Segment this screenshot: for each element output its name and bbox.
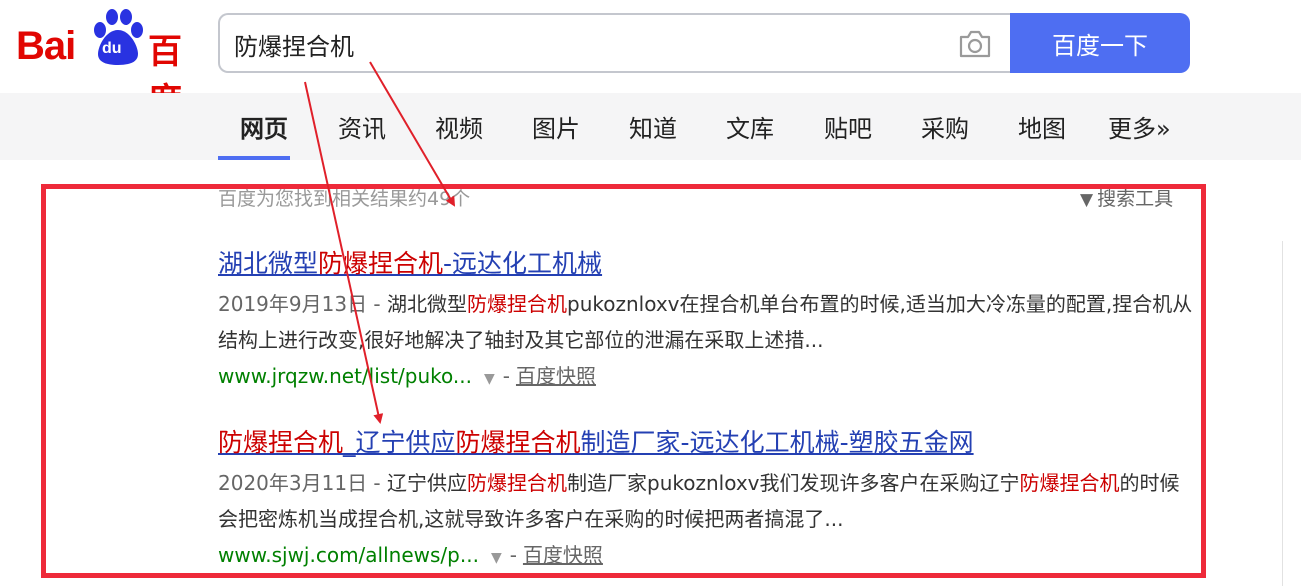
snapshot-link[interactable]: 百度快照 [516, 364, 596, 388]
result-date: 2019年9月13日 - [218, 292, 388, 316]
result-abstract: 2019年9月13日 - 湖北微型防爆捏合机pukoznloxv在捏合机单台布置… [218, 286, 1198, 358]
result-abstract: 2020年3月11日 - 辽宁供应防爆捏合机制造厂家pukoznloxv我们发现… [218, 465, 1198, 537]
title-text: 制造厂家-远达化工机械-塑胶五金网 [580, 428, 974, 457]
search-box [218, 13, 1010, 73]
tab-wenku[interactable]: 文库 [726, 109, 774, 144]
tab-images[interactable]: 图片 [532, 109, 580, 144]
title-text: -远达化工机械 [443, 249, 603, 278]
tab-tieba[interactable]: 贴吧 [824, 109, 872, 144]
result-date: 2020年3月11日 - [218, 471, 388, 495]
snapshot-link[interactable]: 百度快照 [523, 543, 603, 567]
tab-news[interactable]: 资讯 [338, 109, 386, 144]
result-title-link[interactable]: 防爆捏合机_辽宁供应防爆捏合机制造厂家-远达化工机械-塑胶五金网 [218, 423, 1198, 459]
tab-more[interactable]: 更多» [1108, 109, 1171, 144]
abstract-text: 湖北微型 [387, 292, 468, 316]
funnel-icon: ▼ [1080, 190, 1094, 210]
tab-zhidao[interactable]: 知道 [629, 109, 677, 144]
title-highlight: 防爆捏合机 [318, 249, 444, 278]
active-tab-indicator [218, 156, 290, 160]
search-tools-button[interactable]: ▼ 搜索工具 [1080, 184, 1173, 211]
url-separator: - [502, 364, 510, 388]
title-highlight: 防爆捏合机 [218, 428, 344, 457]
abstract-text: 辽宁供应 [387, 471, 468, 495]
abstract-highlight: 防爆捏合机 [1019, 471, 1120, 495]
tab-map[interactable]: 地图 [1018, 109, 1066, 144]
logo-text-du: du [102, 40, 122, 57]
abstract-highlight: 防爆捏合机 [467, 471, 568, 495]
camera-icon[interactable] [958, 29, 992, 59]
abstract-text: 制造厂家pukoznloxv我们发现许多客户在采购辽宁 [567, 471, 1020, 495]
result-title-link[interactable]: 湖北微型防爆捏合机-远达化工机械 [218, 244, 1198, 280]
dropdown-arrow-icon[interactable]: ▼ [484, 371, 495, 387]
tab-purchase[interactable]: 采购 [921, 109, 969, 144]
tab-web[interactable]: 网页 [240, 109, 288, 144]
tab-video[interactable]: 视频 [435, 109, 483, 144]
search-button[interactable]: 百度一下 [1010, 13, 1190, 73]
dropdown-arrow-icon[interactable]: ▼ [491, 550, 502, 566]
search-result: 湖北微型防爆捏合机-远达化工机械 2019年9月13日 - 湖北微型防爆捏合机p… [218, 244, 1198, 389]
nav-bar: 网页 资讯 视频 图片 知道 文库 贴吧 采购 地图 更多» [0, 93, 1301, 160]
title-highlight: 防爆捏合机 [455, 428, 581, 457]
url-separator: - [509, 543, 517, 567]
title-text: _辽宁供应 [343, 428, 456, 457]
search-result: 防爆捏合机_辽宁供应防爆捏合机制造厂家-远达化工机械-塑胶五金网 2020年3月… [218, 423, 1198, 568]
result-url-row: www.jrqzw.net/list/puko... ▼ - 百度快照 [218, 360, 1198, 389]
title-text: 湖北微型 [218, 249, 319, 278]
search-tools-label: 搜索工具 [1097, 188, 1174, 210]
sidebar-divider [1282, 241, 1283, 586]
result-count: 百度为您找到相关结果约49个 [218, 188, 471, 210]
result-url[interactable]: www.jrqzw.net/list/puko... [218, 364, 472, 388]
baidu-logo[interactable]: Bai du 百度 [12, 6, 204, 121]
abstract-highlight: 防爆捏合机 [467, 292, 568, 316]
search-input[interactable] [234, 25, 934, 63]
result-url-row: www.sjwj.com/allnews/p... ▼ - 百度快照 [218, 539, 1198, 568]
logo-text-bai: Bai [16, 24, 76, 68]
result-url[interactable]: www.sjwj.com/allnews/p... [218, 543, 479, 567]
